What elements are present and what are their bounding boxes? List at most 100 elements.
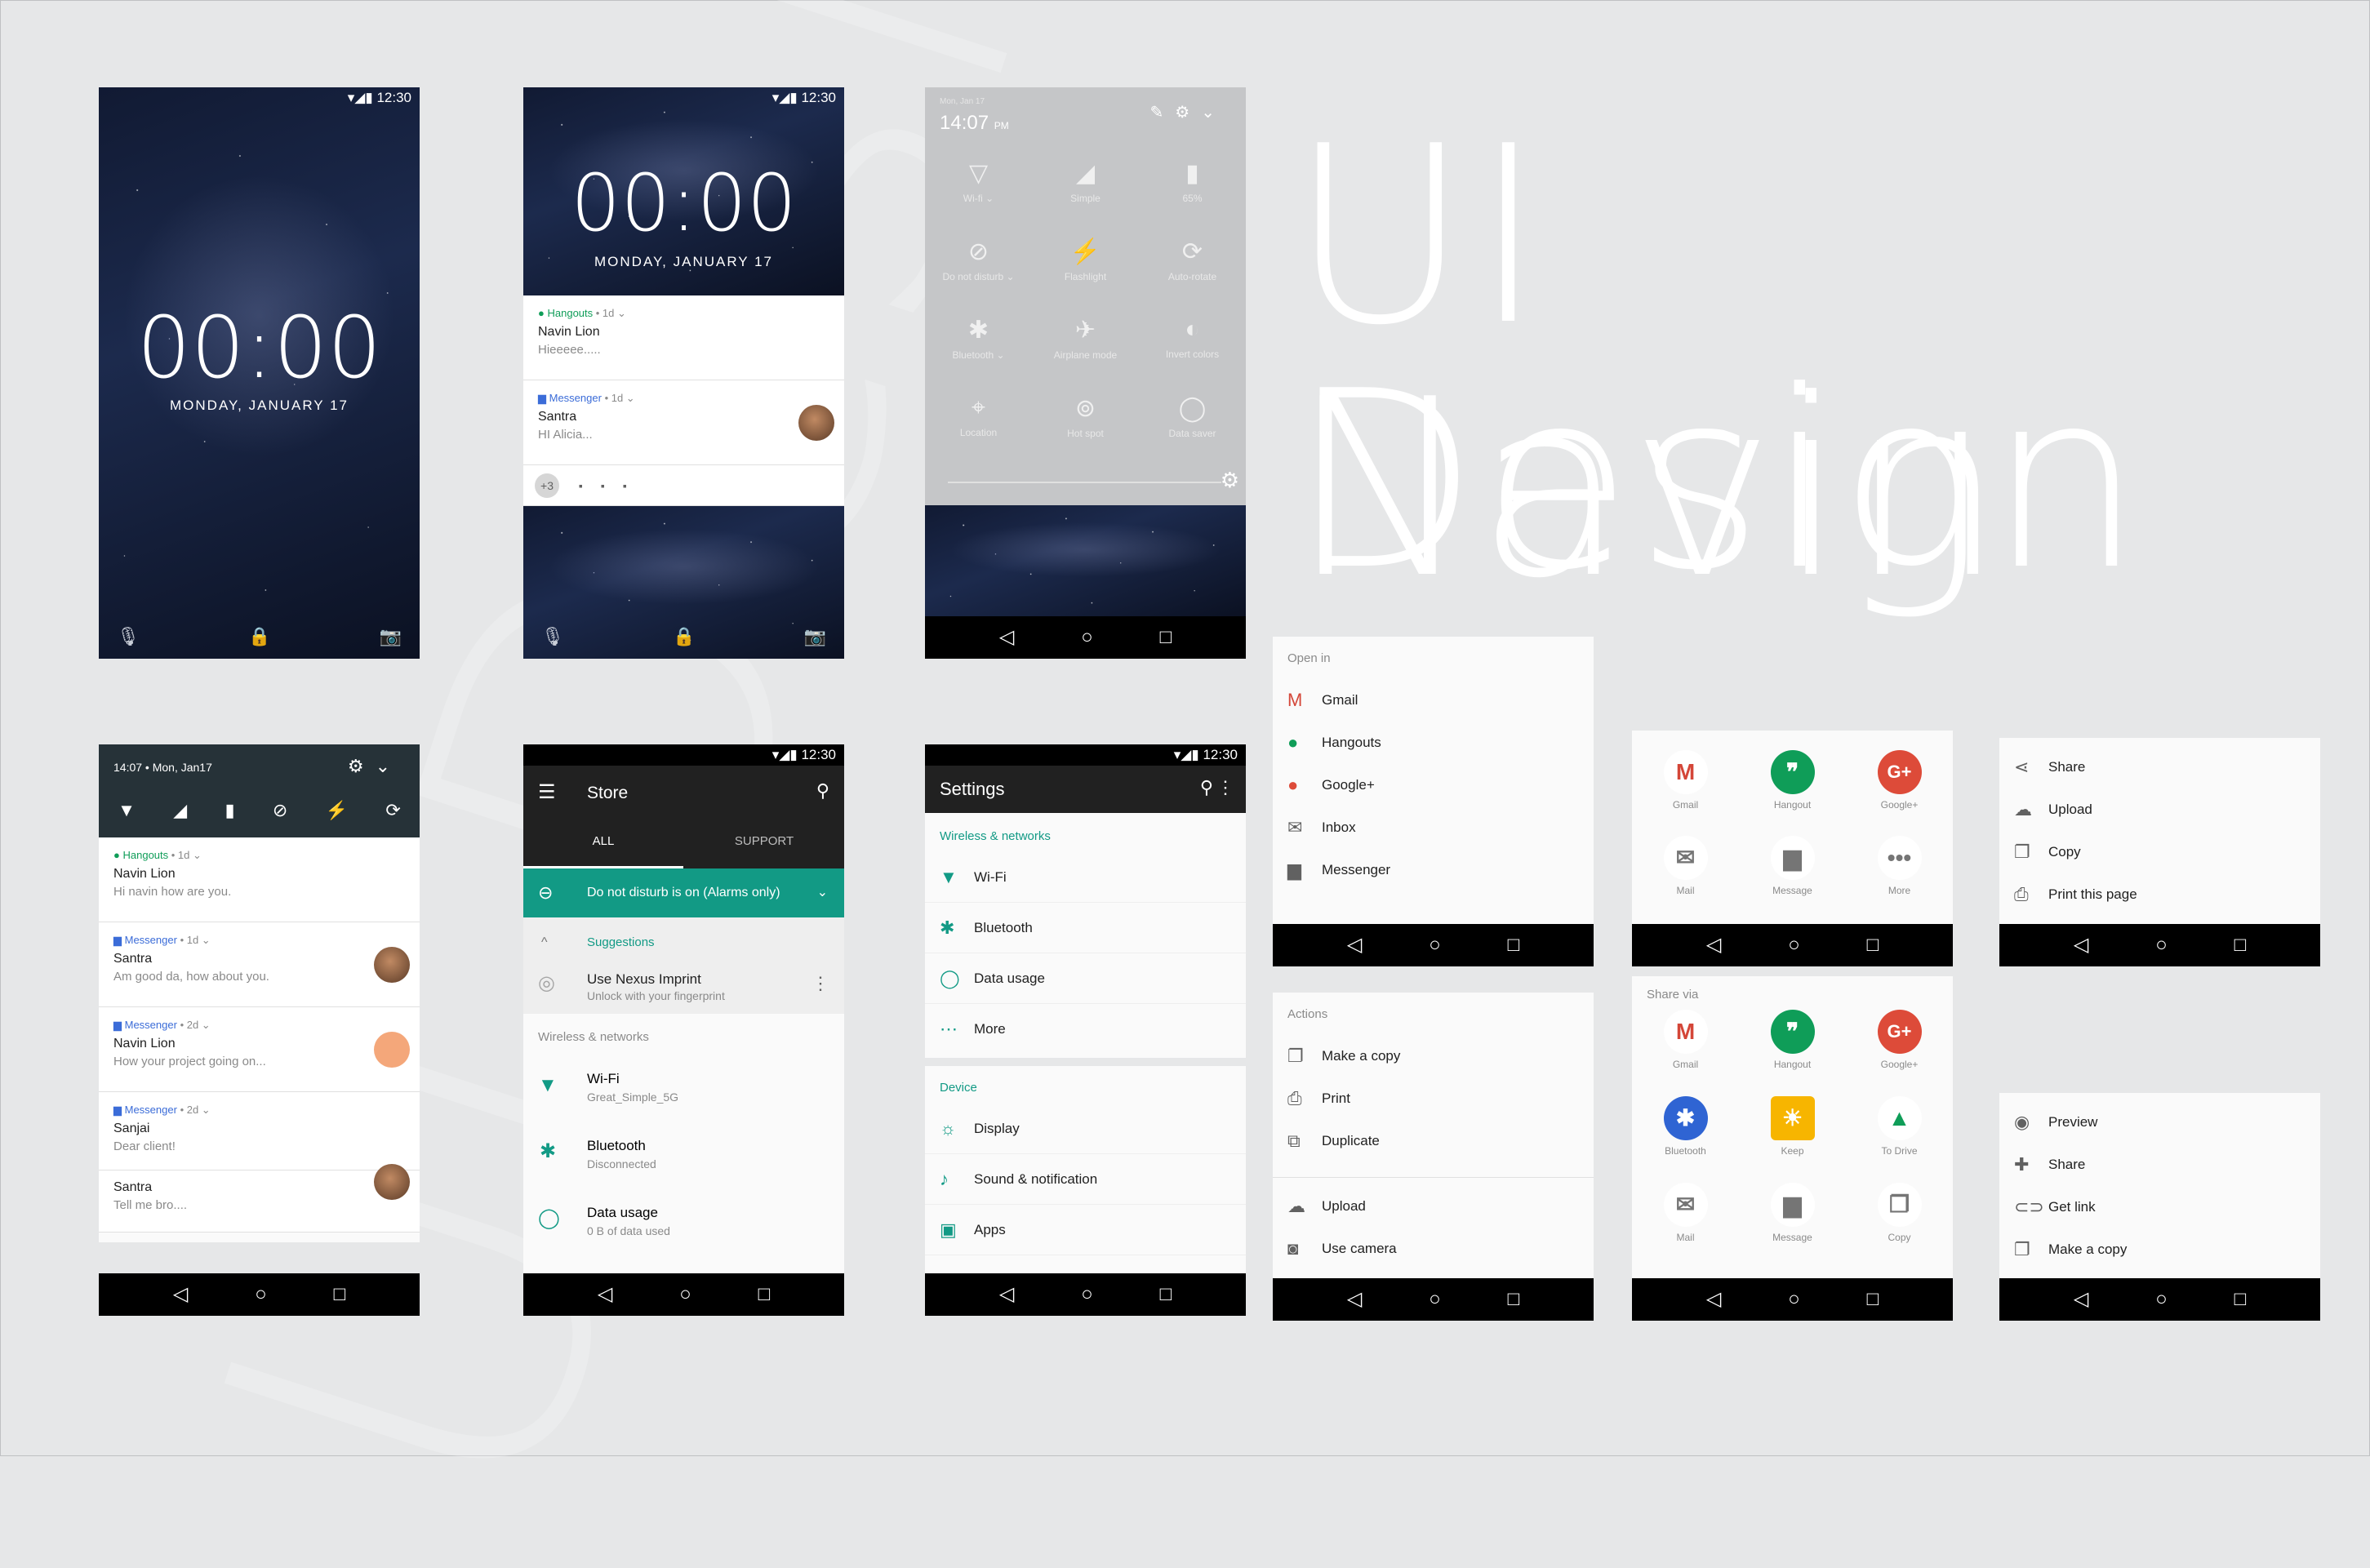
recent-apps-icon[interactable]: □ (1867, 935, 1879, 955)
list-item[interactable]: ● Hangouts (1273, 722, 1594, 764)
search-icon[interactable]: ⚲ (1200, 777, 1213, 798)
qs-tile[interactable]: ⚡ Flashlight (1032, 223, 1139, 301)
signal-icon[interactable]: ◢ (173, 800, 187, 821)
list-item[interactable]: ◉ Preview (1999, 1101, 2320, 1144)
list-item[interactable]: ◯ Data usage (925, 953, 1246, 1004)
recent-apps-icon[interactable]: □ (1867, 1290, 1879, 1309)
search-icon[interactable]: ⚲ (816, 780, 829, 802)
notification-card[interactable]: ▆ Messenger • 2d ⌄ Sanjai Dear client! (99, 1092, 420, 1170)
camera-icon[interactable]: 📷 (380, 626, 402, 647)
notification-card[interactable]: ● Hangouts • 1d ⌄ Navin Lion Hieeeee....… (523, 295, 844, 380)
back-icon[interactable]: ◁ (2074, 1290, 2088, 1309)
home-icon[interactable]: ○ (1429, 935, 1441, 955)
back-icon[interactable]: ◁ (1347, 1290, 1362, 1309)
dnd-banner[interactable]: ⊖ Do not disturb is on (Alarms only) ⌄ (523, 868, 844, 917)
overflow-menu-icon[interactable]: ⋮ (811, 973, 829, 994)
home-icon[interactable]: ○ (1788, 1290, 1800, 1309)
list-item[interactable]: ⋯ More (925, 1004, 1246, 1054)
back-icon[interactable]: ◁ (999, 1285, 1014, 1304)
share-target[interactable]: M Gmail (1632, 734, 1739, 820)
list-item[interactable]: ⧉ Duplicate (1273, 1120, 1594, 1162)
list-item[interactable]: ✚ Share (1999, 1144, 2320, 1186)
share-target[interactable]: G+ Google+ (1846, 734, 1953, 820)
recent-apps-icon[interactable]: □ (1508, 1290, 1520, 1309)
back-icon[interactable]: ◁ (598, 1285, 612, 1304)
back-icon[interactable]: ◁ (2074, 935, 2088, 955)
back-icon[interactable]: ◁ (1706, 935, 1721, 955)
list-item[interactable]: ▼ Wi-Fi (925, 852, 1246, 903)
share-target[interactable]: ❞ Hangout (1739, 1002, 1846, 1088)
share-target[interactable]: ☀ Keep (1739, 1088, 1846, 1175)
list-item[interactable]: ☁ Upload (1273, 1185, 1594, 1228)
list-item[interactable]: M Gmail (1273, 679, 1594, 722)
qs-tile[interactable]: ◯ Data saver (1139, 380, 1246, 458)
brightness-slider[interactable] (948, 482, 1221, 483)
list-item[interactable]: ▼ Wi-Fi Great_Simple_5G (523, 1055, 844, 1122)
list-item[interactable]: ▆ Messenger (1273, 849, 1594, 891)
list-item[interactable]: ❐ Make a copy (1999, 1228, 2320, 1271)
list-item[interactable]: ✉ Inbox (1273, 806, 1594, 849)
list-item[interactable]: ☼ Display (925, 1104, 1246, 1154)
list-item[interactable]: ✱ Bluetooth (925, 903, 1246, 953)
back-icon[interactable]: ◁ (173, 1285, 188, 1304)
share-target[interactable]: ❞ Hangout (1739, 734, 1846, 820)
share-target[interactable]: G+ Google+ (1846, 1002, 1953, 1088)
notification-card[interactable]: ▆ Messenger • 1d ⌄ Santra HI Alicia... (523, 380, 844, 465)
qs-tile[interactable]: ◢ Simple (1032, 144, 1139, 223)
home-icon[interactable]: ○ (1081, 628, 1093, 647)
chevron-up-icon[interactable]: ^ (541, 935, 548, 950)
home-icon[interactable]: ○ (1788, 935, 1800, 955)
list-item[interactable]: ♪ Sound & notification (925, 1154, 1246, 1205)
recent-apps-icon[interactable]: □ (758, 1285, 771, 1304)
qs-tile[interactable]: ⟳ Auto-rotate (1139, 223, 1246, 301)
list-item[interactable]: ⎙ Print this page (1999, 873, 2320, 916)
home-icon[interactable]: ○ (2155, 935, 2168, 955)
home-icon[interactable]: ○ (1081, 1285, 1093, 1304)
home-icon[interactable]: ○ (679, 1285, 691, 1304)
list-item[interactable]: ▣ Apps (925, 1205, 1246, 1255)
qs-tile[interactable]: ✈ Airplane mode (1032, 301, 1139, 380)
list-item[interactable]: ⋖ Share (1999, 746, 2320, 788)
list-item[interactable]: ❐ Copy (1999, 831, 2320, 873)
rotate-icon[interactable]: ⟳ (385, 800, 400, 821)
back-icon[interactable]: ◁ (1347, 935, 1362, 955)
notification-card[interactable]: ▆ Messenger • 2d ⌄ Navin Lion How your p… (99, 1007, 420, 1092)
recent-apps-icon[interactable]: □ (334, 1285, 346, 1304)
qs-tile[interactable]: ◐ Invert colors (1139, 301, 1246, 380)
share-target[interactable]: M Gmail (1632, 1002, 1739, 1088)
home-icon[interactable]: ○ (2155, 1290, 2168, 1309)
back-icon[interactable]: ◁ (1706, 1290, 1721, 1309)
microphone-icon[interactable]: 🎙 (541, 626, 564, 647)
notification-card[interactable]: ● Hangouts • 1d ⌄ Navin Lion Hi navin ho… (99, 837, 420, 922)
notification-card[interactable]: Santra Tell me bro.... (99, 1164, 420, 1233)
flashlight-icon[interactable]: ⚡ (326, 800, 348, 821)
share-target[interactable]: ❐ Copy (1846, 1175, 1953, 1261)
overflow-menu-icon[interactable]: ⋮ (1216, 777, 1234, 798)
share-target[interactable]: ✉ Mail (1632, 820, 1739, 905)
home-icon[interactable]: ○ (1429, 1290, 1441, 1309)
list-item[interactable]: ● Google+ (1273, 764, 1594, 806)
notification-overflow[interactable]: +3 ▪▪▪ (523, 465, 844, 506)
microphone-icon[interactable]: 🎙 (117, 626, 140, 647)
more-count-badge[interactable]: +3 (535, 473, 559, 498)
camera-icon[interactable]: 📷 (804, 626, 826, 647)
list-item[interactable]: ◯ Data usage 0 B of data used (523, 1188, 844, 1255)
share-target[interactable]: ▆ Message (1739, 820, 1846, 905)
brightness-gear-icon[interactable]: ⚙ (1221, 468, 1239, 493)
qs-tile[interactable]: ⌖ Location (925, 380, 1032, 458)
menu-icon[interactable]: ☰ (538, 780, 556, 804)
list-item[interactable]: ⎙ Print (1273, 1077, 1594, 1120)
lock-icon[interactable]: 🔒 (248, 626, 270, 647)
imprint-title[interactable]: Use Nexus Imprint (587, 971, 701, 988)
recent-apps-icon[interactable]: □ (2234, 1290, 2247, 1309)
share-target[interactable]: ✉ Mail (1632, 1175, 1739, 1261)
tab-support[interactable]: SUPPORT (684, 834, 844, 868)
share-target[interactable]: ▲ To Drive (1846, 1088, 1953, 1175)
notification-card[interactable]: ▆ Messenger • 1d ⌄ Santra Am good da, ho… (99, 922, 420, 1007)
list-item[interactable]: ⊂⊃ Get link (1999, 1186, 2320, 1228)
share-target[interactable]: ••• More (1846, 820, 1953, 905)
recent-apps-icon[interactable]: □ (1160, 1285, 1172, 1304)
qs-tile[interactable]: ▽ Wi-fi ⌄ (925, 144, 1032, 223)
qs-tile[interactable]: ▮ 65% (1139, 144, 1246, 223)
list-item[interactable]: ◙ Use camera (1273, 1228, 1594, 1270)
